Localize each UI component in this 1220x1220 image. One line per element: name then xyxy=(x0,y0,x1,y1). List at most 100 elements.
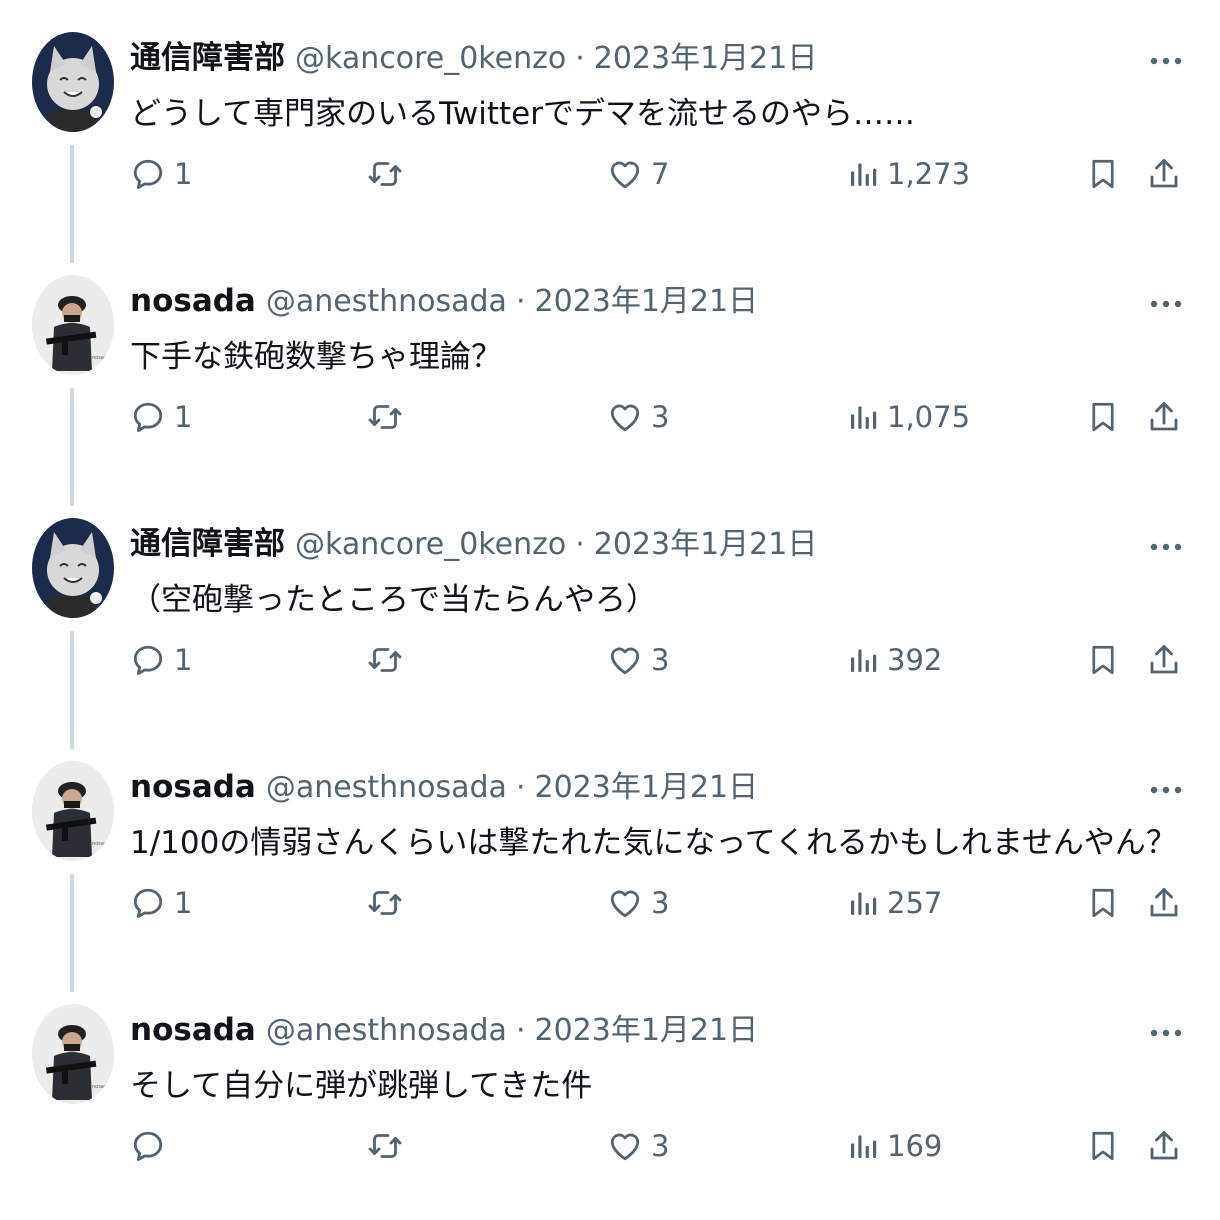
like-button[interactable]: 7 xyxy=(607,150,669,198)
more-options-button[interactable] xyxy=(1144,283,1188,323)
retweet-button[interactable] xyxy=(366,636,412,684)
tweet[interactable]: nosada nosada @anesthnosada · 2023年1月21日 そして自… xyxy=(0,972,1220,1215)
author-handle[interactable]: @kancore_0kenzo xyxy=(295,39,566,79)
views-button[interactable]: 169 xyxy=(847,1122,942,1170)
more-icon xyxy=(1149,537,1183,556)
more-icon xyxy=(1149,294,1183,313)
avatar[interactable]: nosada xyxy=(32,761,114,861)
retweet-icon xyxy=(366,399,404,435)
tweet-thread: 通信障害部 @kancore_0kenzo · 2023年1月21日 どうして専門家のい… xyxy=(0,0,1220,1220)
views-icon xyxy=(847,642,879,678)
reply-button[interactable] xyxy=(130,1122,174,1170)
more-options-button[interactable] xyxy=(1144,40,1188,80)
tweet-header: 通信障害部 @kancore_0kenzo · 2023年1月21日 xyxy=(130,524,817,565)
author-handle[interactable]: @anesthnosada xyxy=(266,768,507,808)
author-name[interactable]: 通信障害部 xyxy=(130,38,285,78)
views-icon xyxy=(847,156,879,192)
bookmark-button[interactable] xyxy=(1086,1122,1120,1170)
more-options-button[interactable] xyxy=(1144,526,1188,566)
share-button[interactable] xyxy=(1146,636,1182,684)
bookmark-icon xyxy=(1086,397,1120,437)
more-icon xyxy=(1149,1023,1183,1042)
reply-icon xyxy=(130,642,166,678)
like-button[interactable]: 3 xyxy=(607,636,669,684)
share-button[interactable] xyxy=(1146,879,1182,927)
avatar[interactable] xyxy=(32,518,114,618)
retweet-icon xyxy=(366,156,404,192)
reply-button[interactable]: 1 xyxy=(130,150,192,198)
retweet-button[interactable] xyxy=(366,1122,412,1170)
author-name[interactable]: nosada xyxy=(130,767,256,807)
views-button[interactable]: 392 xyxy=(847,636,942,684)
reply-count: 1 xyxy=(174,157,193,191)
tweet-text: どうして専門家のいるTwitterでデマを流せるのやら…… xyxy=(130,96,915,132)
bookmark-button[interactable] xyxy=(1086,636,1120,684)
tweet-header: 通信障害部 @kancore_0kenzo · 2023年1月21日 xyxy=(130,38,817,79)
svg-text:nosada: nosada xyxy=(92,355,110,361)
views-button[interactable]: 257 xyxy=(847,879,942,927)
tweet[interactable]: 通信障害部 @kancore_0kenzo · 2023年1月21日 （空砲撃ったところ… xyxy=(0,486,1220,749)
tweet-date[interactable]: 2023年1月21日 xyxy=(534,1011,758,1051)
bookmark-button[interactable] xyxy=(1086,150,1120,198)
tweet-text: そして自分に弾が跳弾してきた件 xyxy=(130,1068,593,1104)
like-count: 3 xyxy=(651,1129,670,1163)
view-count: 1,075 xyxy=(887,400,971,434)
more-options-button[interactable] xyxy=(1144,769,1188,809)
tweet[interactable]: nosada nosada @anesthnosada · 2023年1月21日 下手な鉄… xyxy=(0,243,1220,506)
share-icon xyxy=(1146,154,1182,194)
cat-avatar-icon xyxy=(32,518,114,618)
reply-icon xyxy=(130,1128,166,1164)
bookmark-button[interactable] xyxy=(1086,393,1120,441)
tweet[interactable]: 通信障害部 @kancore_0kenzo · 2023年1月21日どうして専門家のい… xyxy=(0,0,1220,263)
tweet-date[interactable]: 2023年1月21日 xyxy=(534,282,758,322)
share-icon xyxy=(1146,883,1182,923)
retweet-button[interactable] xyxy=(366,879,412,927)
reply-count: 1 xyxy=(174,400,193,434)
like-button[interactable]: 3 xyxy=(607,879,669,927)
reply-button[interactable]: 1 xyxy=(130,636,192,684)
views-button[interactable]: 1,075 xyxy=(847,393,970,441)
avatar[interactable] xyxy=(32,32,114,132)
bookmark-button[interactable] xyxy=(1086,879,1120,927)
tweet-text: 1/100の情弱さんくらいは撃たれた気になってくれるかもしれませんやん？ xyxy=(130,825,1177,861)
share-icon xyxy=(1146,397,1182,437)
tweet-date[interactable]: 2023年1月21日 xyxy=(594,525,818,565)
bookmark-icon xyxy=(1086,1126,1120,1166)
soldier-avatar-icon: nosada xyxy=(32,275,114,375)
reply-count: 1 xyxy=(174,886,193,920)
author-name[interactable]: nosada xyxy=(130,1010,256,1050)
reply-icon xyxy=(130,156,166,192)
reply-button[interactable]: 1 xyxy=(130,393,192,441)
tweet[interactable]: nosada nosada @anesthnosada · 2023年1月21日 1/10… xyxy=(0,729,1220,992)
retweet-icon xyxy=(366,642,404,678)
retweet-button[interactable] xyxy=(366,393,412,441)
avatar[interactable]: nosada xyxy=(32,1004,114,1104)
views-icon xyxy=(847,399,879,435)
tweet-date[interactable]: 2023年1月21日 xyxy=(594,39,818,79)
view-count: 1,273 xyxy=(887,157,971,191)
author-handle[interactable]: @anesthnosada xyxy=(266,1011,507,1051)
author-handle[interactable]: @anesthnosada xyxy=(266,282,507,322)
author-handle[interactable]: @kancore_0kenzo xyxy=(295,525,566,565)
more-icon xyxy=(1149,780,1183,799)
author-name[interactable]: 通信障害部 xyxy=(130,524,285,564)
share-button[interactable] xyxy=(1146,1122,1182,1170)
more-options-button[interactable] xyxy=(1144,1012,1188,1052)
header-separator: · xyxy=(575,527,585,562)
view-count: 257 xyxy=(887,886,943,920)
share-button[interactable] xyxy=(1146,393,1182,441)
like-count: 3 xyxy=(651,643,670,677)
share-button[interactable] xyxy=(1146,150,1182,198)
reply-button[interactable]: 1 xyxy=(130,879,192,927)
retweet-button[interactable] xyxy=(366,150,412,198)
views-icon xyxy=(847,1128,879,1164)
tweet-header: nosada @anesthnosada · 2023年1月21日 xyxy=(130,1010,758,1051)
view-count: 392 xyxy=(887,643,943,677)
heart-icon xyxy=(607,156,643,192)
like-button[interactable]: 3 xyxy=(607,1122,669,1170)
like-button[interactable]: 3 xyxy=(607,393,669,441)
avatar[interactable]: nosada xyxy=(32,275,114,375)
tweet-date[interactable]: 2023年1月21日 xyxy=(534,768,758,808)
author-name[interactable]: nosada xyxy=(130,281,256,321)
views-button[interactable]: 1,273 xyxy=(847,150,970,198)
